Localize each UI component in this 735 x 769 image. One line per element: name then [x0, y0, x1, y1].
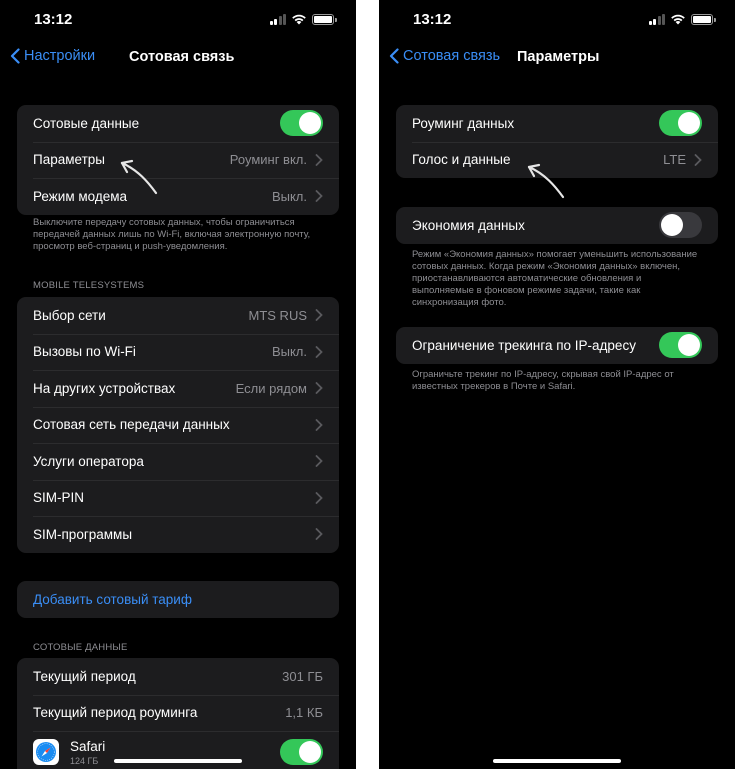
- add-plan-label: Добавить сотовый тариф: [33, 591, 192, 607]
- row-label: Сотовая сеть передачи данных: [33, 417, 230, 433]
- voice-data-value: LTE: [663, 152, 686, 168]
- chevron-right-icon: [315, 491, 323, 504]
- carrier-row-sim-pin[interactable]: SIM-PIN: [17, 479, 339, 517]
- low-data-group: Экономия данных: [396, 207, 718, 244]
- app-data-toggle[interactable]: [280, 739, 323, 765]
- row-label: Услуги оператора: [33, 453, 144, 469]
- roaming-period-label: Текущий период роуминга: [33, 705, 198, 721]
- back-button-label: Сотовая связь: [403, 48, 501, 64]
- status-bar: 13:12: [0, 0, 356, 40]
- ip-tracking-group: Ограничение трекинга по IP-адресу: [396, 327, 718, 364]
- signal-icon: [648, 13, 665, 25]
- safari-compass-icon: [33, 739, 59, 765]
- current-period-label: Текущий период: [33, 668, 136, 684]
- row-value: Если рядом: [235, 380, 307, 396]
- voice-data-row[interactable]: Голос и данные LTE: [396, 141, 718, 179]
- back-button[interactable]: Настройки: [10, 48, 95, 64]
- page-title: Сотовая связь: [129, 49, 235, 65]
- chevron-right-icon: [315, 153, 323, 166]
- signal-icon: [269, 13, 286, 25]
- chevron-right-icon: [315, 528, 323, 541]
- app-name: Safari: [70, 738, 106, 754]
- modem-row[interactable]: Режим модема Выкл.: [17, 178, 339, 215]
- chevron-right-icon: [315, 455, 323, 468]
- home-indicator: [114, 758, 242, 763]
- cellular-data-label: Сотовые данные: [33, 115, 140, 131]
- modem-label: Режим модема: [33, 188, 128, 204]
- row-value: MTS RUS: [248, 307, 308, 323]
- navigation-bar: Сотовая связь Параметры: [379, 44, 735, 72]
- cellular-group: Сотовые данные Параметры Роуминг вкл. Ре…: [17, 105, 339, 215]
- current-period-value: 301 ГБ: [282, 668, 323, 684]
- page-title: Параметры: [517, 49, 600, 65]
- carrier-row-services[interactable]: Услуги оператора: [17, 443, 339, 480]
- row-label: SIM-программы: [33, 526, 133, 542]
- battery-icon: [691, 13, 716, 25]
- modem-value: Выкл.: [271, 188, 307, 204]
- status-time: 13:12: [413, 11, 452, 28]
- wifi-icon: [671, 14, 685, 25]
- roaming-label: Роуминг данных: [412, 115, 515, 131]
- roaming-period-row: Текущий период роуминга 1,1 КБ: [17, 694, 339, 732]
- carrier-group: Выбор сети MTS RUS Вызовы по Wi-Fi Выкл.…: [17, 297, 339, 553]
- low-data-footnote: Режим «Экономия данных» помогает уменьши…: [412, 249, 698, 308]
- low-data-toggle[interactable]: [659, 212, 702, 239]
- carrier-row-data-network[interactable]: Сотовая сеть передачи данных: [17, 406, 339, 444]
- status-icons: [269, 13, 337, 25]
- low-data-row: Экономия данных: [396, 207, 718, 244]
- roaming-toggle[interactable]: [659, 110, 702, 137]
- chevron-right-icon: [315, 382, 323, 395]
- low-data-label: Экономия данных: [412, 217, 525, 233]
- cellular-data-row: Сотовые данные: [17, 105, 339, 142]
- chevron-right-icon: [315, 309, 323, 322]
- row-value: Выкл.: [271, 344, 307, 360]
- back-button[interactable]: Сотовая связь: [389, 48, 500, 64]
- home-indicator: [493, 758, 621, 763]
- usage-section-header: СОТОВЫЕ ДАННЫЕ: [33, 642, 128, 653]
- current-period-row: Текущий период 301 ГБ: [17, 658, 339, 695]
- roaming-row: Роуминг данных: [396, 105, 718, 142]
- voice-data-label: Голос и данные: [412, 152, 511, 168]
- carrier-row-network[interactable]: Выбор сети MTS RUS: [17, 297, 339, 334]
- chevron-right-icon: [315, 345, 323, 358]
- navigation-bar: Настройки Сотовая связь: [0, 44, 356, 72]
- ip-tracking-label: Ограничение трекинга по IP-адресу: [412, 337, 636, 353]
- options-value: Роуминг вкл.: [229, 152, 307, 168]
- chevron-left-icon: [389, 48, 399, 64]
- status-icons: [648, 13, 716, 25]
- row-label: SIM-PIN: [33, 490, 85, 506]
- roaming-group: Роуминг данных Голос и данные LTE: [396, 105, 718, 178]
- chevron-right-icon: [694, 153, 702, 166]
- chevron-left-icon: [10, 48, 20, 64]
- cellular-footnote: Выключите передачу сотовых данных, чтобы…: [33, 217, 311, 252]
- row-label: На других устройствах: [33, 380, 176, 396]
- usage-group: Текущий период 301 ГБ Текущий период роу…: [17, 658, 339, 769]
- roaming-period-value: 1,1 КБ: [285, 705, 323, 721]
- options-row[interactable]: Параметры Роуминг вкл.: [17, 141, 339, 179]
- chevron-right-icon: [315, 418, 323, 431]
- carrier-section-header: MOBILE TELESYSTEMS: [33, 280, 145, 291]
- wifi-icon: [292, 14, 306, 25]
- status-bar: 13:12: [379, 0, 735, 40]
- battery-icon: [312, 13, 337, 25]
- row-label: Выбор сети: [33, 307, 106, 323]
- carrier-row-sim-apps[interactable]: SIM-программы: [17, 516, 339, 553]
- ip-tracking-row: Ограничение трекинга по IP-адресу: [396, 327, 718, 364]
- phone-screen-options: 13:12 Сотовая связь Параметры Роуминг да…: [379, 0, 735, 769]
- ip-tracking-footnote: Ограничьте трекинг по IP-адресу, скрывая…: [412, 369, 674, 392]
- cellular-data-toggle[interactable]: [280, 110, 323, 137]
- back-button-label: Настройки: [24, 48, 96, 64]
- status-time: 13:12: [34, 11, 73, 28]
- options-label: Параметры: [33, 152, 105, 168]
- phone-screen-cellular: 13:12 Настройки Сотовая связь Сотовые да…: [0, 0, 356, 769]
- add-plan-button[interactable]: Добавить сотовый тариф: [17, 581, 339, 618]
- ip-tracking-toggle[interactable]: [659, 332, 702, 359]
- carrier-row-other-devices[interactable]: На других устройствах Если рядом: [17, 370, 339, 407]
- row-label: Вызовы по Wi-Fi: [33, 344, 136, 360]
- add-plan-group: Добавить сотовый тариф: [17, 581, 339, 618]
- carrier-row-wifi-calls[interactable]: Вызовы по Wi-Fi Выкл.: [17, 333, 339, 371]
- chevron-right-icon: [315, 190, 323, 203]
- app-usage-row: Safari 124 ГБ: [17, 731, 339, 769]
